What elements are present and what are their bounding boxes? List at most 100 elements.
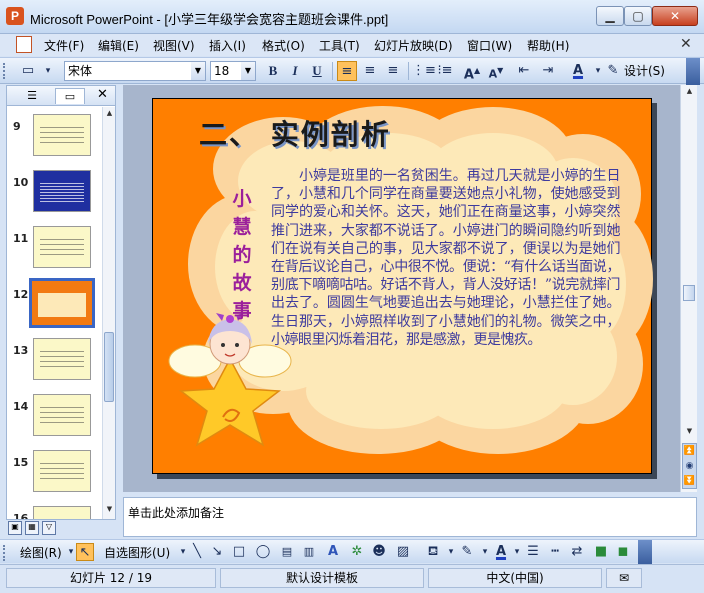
line-style-icon[interactable]: ☰: [524, 543, 542, 561]
slide-number: 16: [13, 512, 29, 519]
slide-thumbnail[interactable]: [33, 450, 91, 492]
increase-font-icon[interactable]: A▲: [462, 61, 482, 82]
powerpoint-icon[interactable]: P: [6, 7, 24, 25]
wordart-icon[interactable]: A: [324, 543, 342, 561]
maximize-button[interactable]: ▢: [624, 6, 652, 26]
thumbnail-list: 9 10 11 12 13 14 15 16: [7, 107, 102, 519]
slideshow-view-icon[interactable]: ▽: [42, 521, 56, 535]
toolbar-overflow-button[interactable]: [638, 540, 652, 564]
shadow-icon[interactable]: ■: [592, 543, 610, 561]
outline-tab-icon[interactable]: ☰: [17, 88, 47, 104]
rectangle-icon[interactable]: □: [230, 543, 248, 561]
font-name-select[interactable]: 宋体 ▼: [64, 61, 206, 81]
clipart-icon[interactable]: ☻: [370, 543, 388, 561]
slides-tab-icon[interactable]: ▭: [55, 88, 85, 104]
scroll-thumb[interactable]: [104, 332, 114, 402]
scroll-down-icon[interactable]: ▼: [684, 427, 695, 437]
slide-thumbnail[interactable]: [33, 394, 91, 436]
notes-placeholder[interactable]: 单击此处添加备注: [128, 504, 224, 521]
menu-window[interactable]: 窗口(W): [467, 37, 512, 54]
italic-button[interactable]: I: [285, 61, 305, 81]
dash-style-icon[interactable]: ┅: [546, 543, 564, 561]
design-template-status[interactable]: 默认设计模板: [220, 568, 424, 588]
close-button[interactable]: ✕: [652, 6, 698, 26]
slide-thumbnail[interactable]: [33, 170, 91, 212]
toolbar-overflow-button[interactable]: [686, 58, 700, 85]
slide-thumbnail[interactable]: [33, 226, 91, 268]
dropdown-arrow-icon[interactable]: ▾: [588, 61, 608, 81]
chevron-down-icon[interactable]: ▼: [191, 62, 205, 80]
dropdown-arrow-icon[interactable]: ▾: [38, 61, 58, 81]
document-icon[interactable]: [16, 36, 32, 53]
scroll-down-icon[interactable]: ▼: [104, 505, 115, 515]
previous-slide-icon[interactable]: ⏫: [683, 444, 696, 459]
menu-tools[interactable]: 工具(T): [319, 37, 360, 54]
increase-indent-icon[interactable]: ⇥: [538, 61, 558, 81]
draw-menu-button[interactable]: 绘图(R): [20, 544, 62, 561]
document-close-icon[interactable]: ✕: [680, 36, 692, 52]
slide-title[interactable]: 二、 实例剖析: [199, 113, 391, 153]
minimize-button[interactable]: ▁: [596, 6, 624, 26]
slide-scrollbar[interactable]: ▲ ▼ ⏫ ◉ ⏬: [680, 85, 697, 492]
scroll-up-icon[interactable]: ▲: [104, 109, 115, 119]
autoshapes-button[interactable]: 自选图形(U): [104, 544, 170, 561]
design-button[interactable]: 设计(S): [624, 62, 665, 79]
menu-insert[interactable]: 插入(I): [209, 37, 246, 54]
maximize-icon: ▢: [632, 9, 644, 23]
scroll-thumb[interactable]: [683, 285, 695, 301]
panel-close-icon[interactable]: ✕: [97, 87, 108, 102]
align-right-icon[interactable]: ≡: [383, 61, 403, 81]
menu-edit[interactable]: 编辑(E): [98, 37, 139, 54]
bullet-list-icon[interactable]: ⁝≡: [435, 61, 455, 81]
align-left-icon[interactable]: ≡: [337, 61, 357, 81]
select-cursor-icon[interactable]: ↖: [76, 543, 94, 561]
thumbnail-scrollbar[interactable]: ▲ ▼: [102, 107, 115, 519]
arrow-icon[interactable]: ↘: [208, 543, 226, 561]
menu-slideshow[interactable]: 幻灯片放映(D): [374, 37, 453, 54]
menu-format[interactable]: 格式(O): [262, 37, 305, 54]
menu-view[interactable]: 视图(V): [153, 37, 195, 54]
toolbar-grip[interactable]: [3, 545, 6, 561]
3d-style-icon[interactable]: ◼: [614, 543, 632, 561]
language-status[interactable]: 中文(中国): [428, 568, 602, 588]
menu-help[interactable]: 帮助(H): [527, 37, 569, 54]
align-center-icon[interactable]: ≡: [360, 61, 380, 81]
slide-thumbnail-selected[interactable]: [29, 278, 95, 328]
slide-thumbnail[interactable]: [33, 114, 91, 156]
select-object-icon[interactable]: ◉: [683, 459, 696, 474]
oval-icon[interactable]: ◯: [254, 543, 272, 561]
underline-button[interactable]: U: [307, 61, 327, 81]
font-color-icon[interactable]: A: [568, 61, 588, 81]
slide-canvas[interactable]: 二、 实例剖析 小慧的故事 小婷是班里的一名贫困生。再过几天就是小婷的生日了，小…: [152, 98, 653, 474]
slide-thumbnail[interactable]: [33, 338, 91, 380]
chevron-down-icon[interactable]: ▼: [241, 62, 255, 80]
numbered-list-icon[interactable]: ⋮≡: [412, 61, 436, 81]
decrease-indent-icon[interactable]: ⇤: [514, 61, 534, 81]
spelling-check-icon[interactable]: ✉: [606, 568, 642, 588]
slide-sorter-icon[interactable]: ▦: [25, 521, 39, 535]
slide-number: 9: [13, 120, 21, 133]
design-icon[interactable]: ✎: [606, 61, 620, 81]
font-size-select[interactable]: 18 ▼: [210, 61, 256, 81]
bold-button[interactable]: B: [263, 61, 283, 81]
menu-file[interactable]: 文件(F): [44, 37, 84, 54]
new-slide-icon[interactable]: ▭: [18, 61, 38, 81]
picture-icon[interactable]: ▨: [394, 543, 412, 561]
slide-thumbnail[interactable]: [33, 506, 91, 519]
line-color-icon[interactable]: ✎: [458, 543, 476, 561]
textbox-icon[interactable]: ▤: [278, 543, 296, 561]
decrease-font-icon[interactable]: A▼: [486, 61, 506, 81]
slide-nav-buttons[interactable]: ⏫ ◉ ⏬: [682, 443, 697, 489]
notes-pane[interactable]: 单击此处添加备注: [123, 497, 697, 537]
toolbar-grip[interactable]: [3, 63, 6, 79]
diagram-icon[interactable]: ✲: [348, 543, 366, 561]
scroll-up-icon[interactable]: ▲: [684, 87, 695, 97]
story-label[interactable]: 小慧的故事: [227, 185, 257, 325]
next-slide-icon[interactable]: ⏬: [683, 474, 696, 489]
story-body-text[interactable]: 小婷是班里的一名贫困生。再过几天就是小婷的生日了，小慧和几个同学在商量要送她点小…: [271, 167, 621, 349]
vertical-textbox-icon[interactable]: ▥: [300, 543, 318, 561]
fill-color-icon[interactable]: ⛾: [424, 543, 442, 561]
arrow-style-icon[interactable]: ⇄: [568, 543, 586, 561]
line-icon[interactable]: ╲: [188, 543, 206, 561]
normal-view-icon[interactable]: ▣: [8, 521, 22, 535]
